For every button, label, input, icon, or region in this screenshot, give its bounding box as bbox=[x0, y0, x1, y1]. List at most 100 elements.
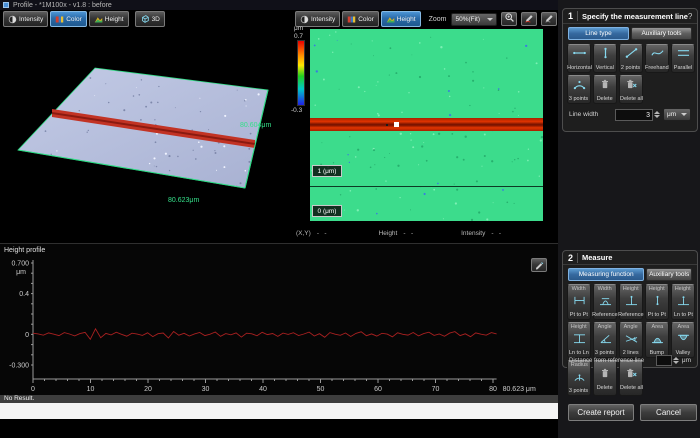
tool-button-row: WidthPt to PtWidthReferenceHeightReferen… bbox=[567, 284, 697, 320]
height-icon bbox=[386, 15, 395, 24]
tab-line-auxiliary-tools[interactable]: Auxiliary tools bbox=[631, 27, 692, 40]
profile-chart-panel: Height profile 0102030405060708080.623 μ… bbox=[0, 243, 558, 395]
tab-measure-auxiliary-tools[interactable]: Auxiliary tools bbox=[646, 268, 692, 281]
zoom-value: 50%(Fit) bbox=[455, 16, 480, 23]
measure-line-marker[interactable] bbox=[394, 122, 399, 127]
view-3d[interactable]: 80.604μm 80.623μm bbox=[0, 28, 293, 242]
measurement-line-2d[interactable] bbox=[310, 118, 543, 131]
zoom-label: Zoom bbox=[429, 16, 447, 23]
button-category-label: Height bbox=[571, 324, 587, 330]
vertical-button[interactable]: Vertical bbox=[593, 44, 617, 73]
button-label: Pt to Pt bbox=[648, 312, 666, 318]
height-lnln-icon bbox=[572, 331, 587, 349]
delete-all-button[interactable]: Delete all bbox=[619, 75, 643, 104]
3-points-button[interactable]: 3 points bbox=[567, 75, 591, 104]
intensity-icon bbox=[8, 15, 17, 24]
panel2-title: Measure bbox=[582, 253, 692, 262]
button-label: 3 points bbox=[569, 96, 588, 102]
map-status-bar: (X,Y) - - Height - - Intensity - - bbox=[293, 227, 558, 239]
width-pt-to-pt-button[interactable]: WidthPt to Pt bbox=[567, 284, 591, 320]
distance-label: Distance from reference line bbox=[569, 358, 644, 364]
button-category-label: Angle bbox=[598, 324, 612, 330]
color-icon bbox=[55, 15, 64, 24]
tab-line-type[interactable]: Line type bbox=[568, 27, 629, 40]
trash-icon bbox=[599, 366, 611, 384]
map2d-canvas[interactable]: 1 (μm) 0 (μm) bbox=[310, 29, 543, 221]
button-label: Delete bbox=[597, 96, 613, 102]
parallel-button[interactable]: Parallel bbox=[671, 44, 695, 73]
cancel-button[interactable]: Cancel bbox=[640, 404, 697, 421]
height-ln-to-ln-button[interactable]: HeightLn to Ln bbox=[567, 322, 591, 358]
panel2-step: 2 bbox=[568, 253, 578, 263]
svg-text:μm: μm bbox=[16, 269, 26, 276]
angle-3-points-button[interactable]: Angle3 points bbox=[593, 322, 617, 358]
results-bar: No Result. bbox=[0, 395, 558, 403]
svg-text:0.4: 0.4 bbox=[19, 291, 29, 298]
color-view-button[interactable]: Color bbox=[50, 11, 87, 27]
results-empty-area bbox=[0, 403, 558, 419]
panel2-header: 2 Measure bbox=[563, 251, 697, 265]
height-pt-to-pt-button[interactable]: HeightPt to Pt bbox=[645, 284, 669, 320]
panel1-tabs: Line type Auxiliary tools bbox=[563, 24, 697, 42]
distance-stepper[interactable] bbox=[673, 357, 679, 364]
chart-title: Height profile bbox=[4, 247, 45, 254]
svg-text:0: 0 bbox=[25, 332, 29, 339]
edit-annotation-button[interactable] bbox=[541, 12, 557, 26]
radius-3pt-icon bbox=[572, 369, 587, 387]
delete-button[interactable]: Delete bbox=[593, 75, 617, 104]
cube3d-icon bbox=[140, 14, 150, 24]
distance-input[interactable] bbox=[656, 355, 672, 366]
height-profile-trace bbox=[33, 329, 497, 340]
help-icon[interactable]: ? bbox=[688, 12, 692, 21]
svg-text:50: 50 bbox=[317, 386, 325, 393]
intensity-view-button[interactable]: Intensity bbox=[3, 11, 48, 27]
button-category-label: Width bbox=[598, 286, 612, 292]
angle-2ln-icon bbox=[624, 331, 639, 349]
angle-2-lines-button[interactable]: Angle2 lines bbox=[619, 322, 643, 358]
draw-annotation-button[interactable] bbox=[521, 12, 537, 26]
angle-3pt-icon bbox=[598, 331, 613, 349]
line-width-input[interactable]: 3 bbox=[615, 109, 653, 121]
status-xy-label: (X,Y) bbox=[296, 230, 311, 237]
3d-view-button[interactable]: 3D bbox=[135, 11, 165, 27]
line-width-unit-select[interactable]: μm bbox=[663, 108, 691, 121]
area-bump-button[interactable]: AreaBump bbox=[645, 322, 669, 358]
zoom-tool-button[interactable] bbox=[501, 12, 517, 26]
height-lnpt-icon bbox=[676, 293, 691, 311]
height-reference-button[interactable]: HeightReference bbox=[619, 284, 643, 320]
line-3points-icon bbox=[572, 77, 587, 95]
tab-measuring-function[interactable]: Measuring function bbox=[568, 268, 644, 281]
freehand-button[interactable]: Freehand bbox=[645, 44, 669, 73]
line-width-unit: μm bbox=[667, 111, 676, 118]
chevron-down-icon bbox=[681, 113, 687, 116]
pen-gray-icon bbox=[544, 10, 555, 28]
line-width-stepper[interactable] bbox=[654, 111, 660, 118]
horizontal-button[interactable]: Horizontal bbox=[567, 44, 591, 73]
color-view-button[interactable]: Color bbox=[342, 11, 379, 27]
svg-text:30: 30 bbox=[202, 386, 210, 393]
2-points-button[interactable]: 2 points bbox=[619, 44, 643, 73]
create-report-button[interactable]: Create report bbox=[568, 404, 634, 421]
line-type-grid: HorizontalVertical 2 points FreehandParall… bbox=[563, 44, 697, 104]
svg-text:80.623 μm: 80.623 μm bbox=[503, 386, 536, 393]
height-view-button[interactable]: Height bbox=[381, 11, 421, 27]
measure-line-anchor bbox=[386, 124, 388, 126]
zoom-select[interactable]: 50%(Fit) bbox=[451, 13, 497, 26]
trash-all-icon bbox=[625, 366, 637, 384]
line-vertical-icon bbox=[598, 46, 613, 64]
line-horizontal-icon bbox=[572, 46, 587, 64]
height-view-button[interactable]: Height bbox=[89, 11, 129, 27]
button-label: Delete all bbox=[620, 385, 643, 391]
height-colorbar bbox=[297, 40, 305, 106]
button-label: Color bbox=[358, 16, 374, 23]
button-label: 3D bbox=[152, 16, 160, 23]
area-valley-button[interactable]: AreaValley bbox=[671, 322, 695, 358]
measure-grid: WidthPt to PtWidthReferenceHeightReferen… bbox=[563, 284, 697, 396]
intensity-icon bbox=[300, 15, 309, 24]
button-label: 2 points bbox=[621, 65, 640, 71]
width-reference-button[interactable]: WidthReference bbox=[593, 284, 617, 320]
colorbar-max: 0.7 bbox=[294, 33, 303, 40]
height-ln-to-pt-button[interactable]: HeightLn to Pt bbox=[671, 284, 695, 320]
button-category-label: Area bbox=[677, 324, 689, 330]
colorbar-unit: μm bbox=[294, 25, 303, 32]
